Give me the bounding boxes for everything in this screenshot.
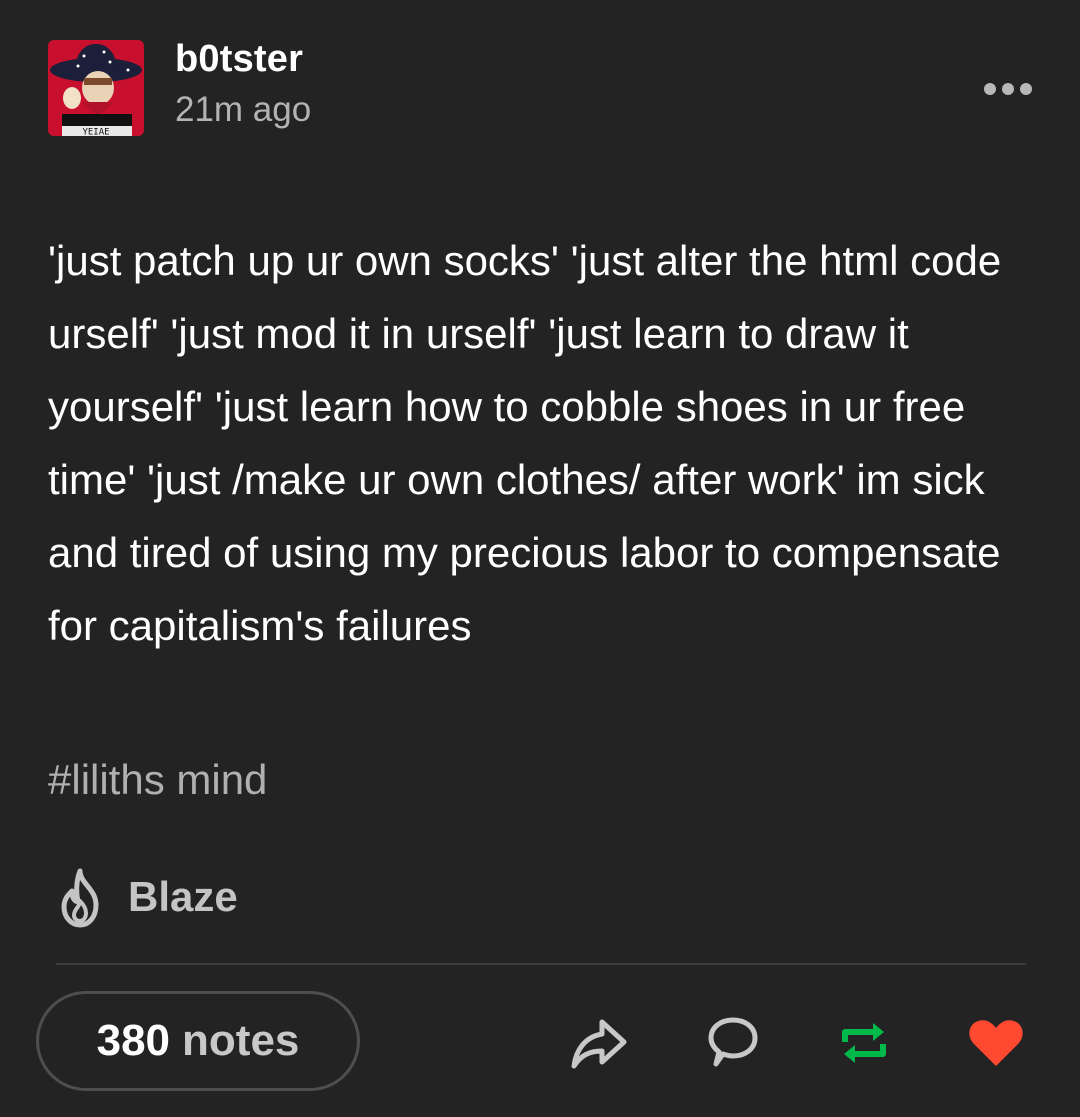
heart-icon [969,1020,1023,1066]
notes-button[interactable]: 380 notes [36,991,360,1091]
flame-icon [61,868,99,928]
svg-text:YEIAE: YEIAE [82,128,109,137]
reblog-button[interactable] [833,1012,895,1074]
share-button[interactable] [568,1012,630,1074]
more-options-icon [984,83,1032,95]
reblog-icon [842,1023,886,1063]
post-tag[interactable]: #liliths mind [48,756,267,804]
blaze-label: Blaze [128,873,238,920]
blaze-button[interactable]: Blaze [52,862,238,932]
more-options-button[interactable] [978,72,1038,106]
author-name[interactable]: b0tster [175,38,303,81]
post-timestamp[interactable]: 21m ago [175,90,311,130]
reply-button[interactable] [702,1012,764,1074]
avatar-image: YEIAE [48,40,144,136]
footer-divider [56,963,1026,965]
notes-label: notes [182,1016,300,1065]
share-icon [571,1019,627,1069]
post-body-text: 'just patch up ur own socks' 'just alter… [48,237,1002,649]
notes-count: 380 [96,1016,171,1065]
like-button[interactable] [965,1012,1027,1074]
avatar[interactable]: YEIAE [48,40,144,136]
reply-icon [708,1017,758,1067]
